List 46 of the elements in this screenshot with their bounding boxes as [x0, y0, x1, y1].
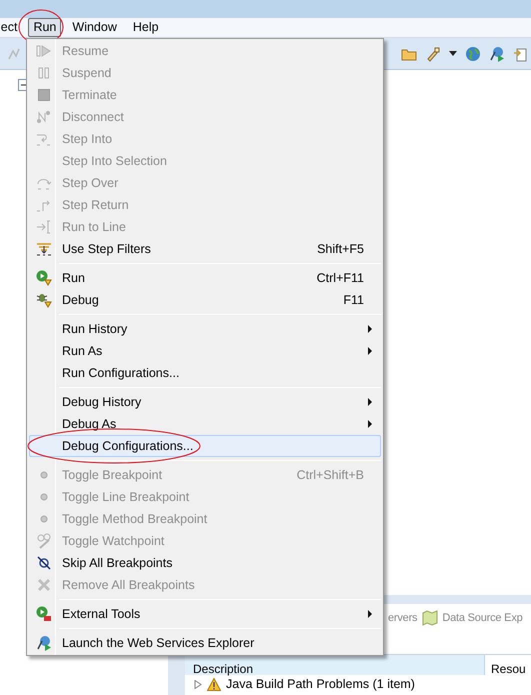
- menu-item[interactable]: External Tools: [29, 603, 381, 625]
- run-icon: [36, 270, 52, 286]
- run-to-line-icon: [36, 219, 52, 235]
- skip-breakpoints-icon: [36, 555, 52, 571]
- expand-icon[interactable]: [194, 680, 202, 689]
- resume-icon: [36, 43, 52, 59]
- external-tools-icon: [36, 606, 52, 622]
- menu-item[interactable]: Debug F11: [29, 289, 381, 311]
- menu-item[interactable]: Skip All Breakpoints: [29, 552, 381, 574]
- menu-item[interactable]: Debug As: [29, 413, 381, 435]
- map-icon: [422, 610, 438, 626]
- column-header[interactable]: Resou: [485, 655, 531, 675]
- menu-item[interactable]: Debug Configurations...: [29, 435, 381, 457]
- menu-item[interactable]: Debug History: [29, 391, 381, 413]
- glasses-icon: [36, 533, 52, 549]
- shortcut-label: Ctrl+Shift+B: [296, 466, 364, 484]
- shortcut-label: Shift+F5: [317, 240, 364, 258]
- step-filter-icon: [36, 241, 52, 257]
- warning-icon: [207, 678, 221, 691]
- menu-item[interactable]: Run Ctrl+F11: [29, 267, 381, 289]
- globe-icon[interactable]: [465, 46, 481, 62]
- flashlight-icon[interactable]: [425, 46, 441, 62]
- menu-bar-item[interactable]: Run: [28, 18, 62, 37]
- menu-bar-item[interactable]: Window: [67, 18, 122, 37]
- tree-item-label[interactable]: Java Build Path Problems (1 item): [226, 675, 415, 694]
- remove-icon: [36, 577, 52, 593]
- shortcut-label: Ctrl+F11: [316, 270, 364, 287]
- panel-tab[interactable]: ervers: [388, 610, 418, 626]
- web-services-icon[interactable]: [489, 46, 505, 62]
- menu-item[interactable]: Use Step Filters Shift+F5: [29, 238, 381, 260]
- web-services-icon: [36, 635, 52, 651]
- bug-icon: [36, 292, 52, 308]
- panel-tab[interactable]: Data Source Exp: [422, 610, 523, 626]
- shortcut-label: F11: [343, 292, 364, 309]
- folder-icon[interactable]: [401, 46, 417, 60]
- menu-bar-item[interactable]: Help: [128, 18, 164, 37]
- menu-item[interactable]: Run History: [29, 318, 381, 340]
- import-icon[interactable]: [513, 46, 527, 62]
- menu-bar-item[interactable]: ject: [0, 18, 22, 37]
- menu-item[interactable]: Launch the Web Services Explorer: [29, 632, 381, 654]
- menu-item[interactable]: Run Configurations...: [29, 362, 381, 384]
- caret-icon[interactable]: [449, 51, 457, 56]
- pause-icon: [36, 65, 52, 81]
- disconnect-icon: [36, 109, 52, 125]
- menu-item[interactable]: Run As: [29, 340, 381, 362]
- stop-icon: [36, 87, 52, 103]
